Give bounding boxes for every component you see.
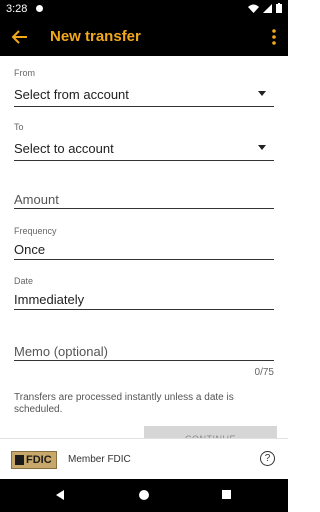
amount-placeholder: Amount: [14, 192, 59, 207]
member-fdic-text: Member FDIC: [68, 454, 131, 465]
more-vert-icon[interactable]: [268, 27, 280, 47]
chevron-down-icon: [258, 91, 266, 96]
help-icon[interactable]: ?: [260, 451, 275, 466]
notification-dot-icon: [36, 5, 43, 12]
to-value: Select to account: [14, 141, 114, 156]
fdic-logo-text: FDIC: [26, 454, 52, 466]
date-value: Immediately: [14, 292, 85, 307]
memo-char-counter: 0/75: [254, 367, 274, 378]
from-value: Select from account: [14, 87, 129, 102]
nav-recents-icon[interactable]: [222, 490, 231, 499]
wifi-icon: [248, 4, 259, 13]
transfer-info-text: Transfers are processed instantly unless…: [14, 392, 234, 415]
arrow-left-icon[interactable]: [9, 26, 31, 48]
memo-field[interactable]: Memo (optional): [14, 343, 274, 361]
footer: FDIC Member FDIC ?: [0, 438, 288, 480]
page-title: New transfer: [50, 28, 141, 45]
battery-icon: [276, 3, 282, 13]
chevron-down-icon: [258, 145, 266, 150]
memo-placeholder: Memo (optional): [14, 344, 108, 359]
frequency-label: Frequency: [14, 226, 57, 236]
system-nav-bar: [0, 479, 288, 512]
date-field[interactable]: Date Immediately: [14, 276, 274, 310]
to-label: To: [14, 122, 24, 132]
status-time: 3:28: [6, 3, 28, 15]
to-account-select[interactable]: To Select to account: [14, 122, 274, 161]
fdic-mark-icon: [15, 455, 24, 465]
nav-home-icon[interactable]: [139, 490, 149, 500]
amount-field[interactable]: Amount: [14, 191, 274, 209]
nav-back-icon[interactable]: [56, 490, 64, 500]
from-account-select[interactable]: From Select from account: [14, 68, 274, 107]
fdic-logo: FDIC: [11, 451, 57, 469]
frequency-value: Once: [14, 242, 46, 257]
frequency-field[interactable]: Frequency Once: [14, 226, 274, 260]
system-icons: [248, 3, 282, 13]
signal-icon: [263, 3, 272, 13]
app-bar: New transfer: [0, 18, 288, 56]
date-label: Date: [14, 276, 34, 286]
from-label: From: [14, 68, 35, 78]
status-bar: 3:28: [0, 0, 288, 18]
